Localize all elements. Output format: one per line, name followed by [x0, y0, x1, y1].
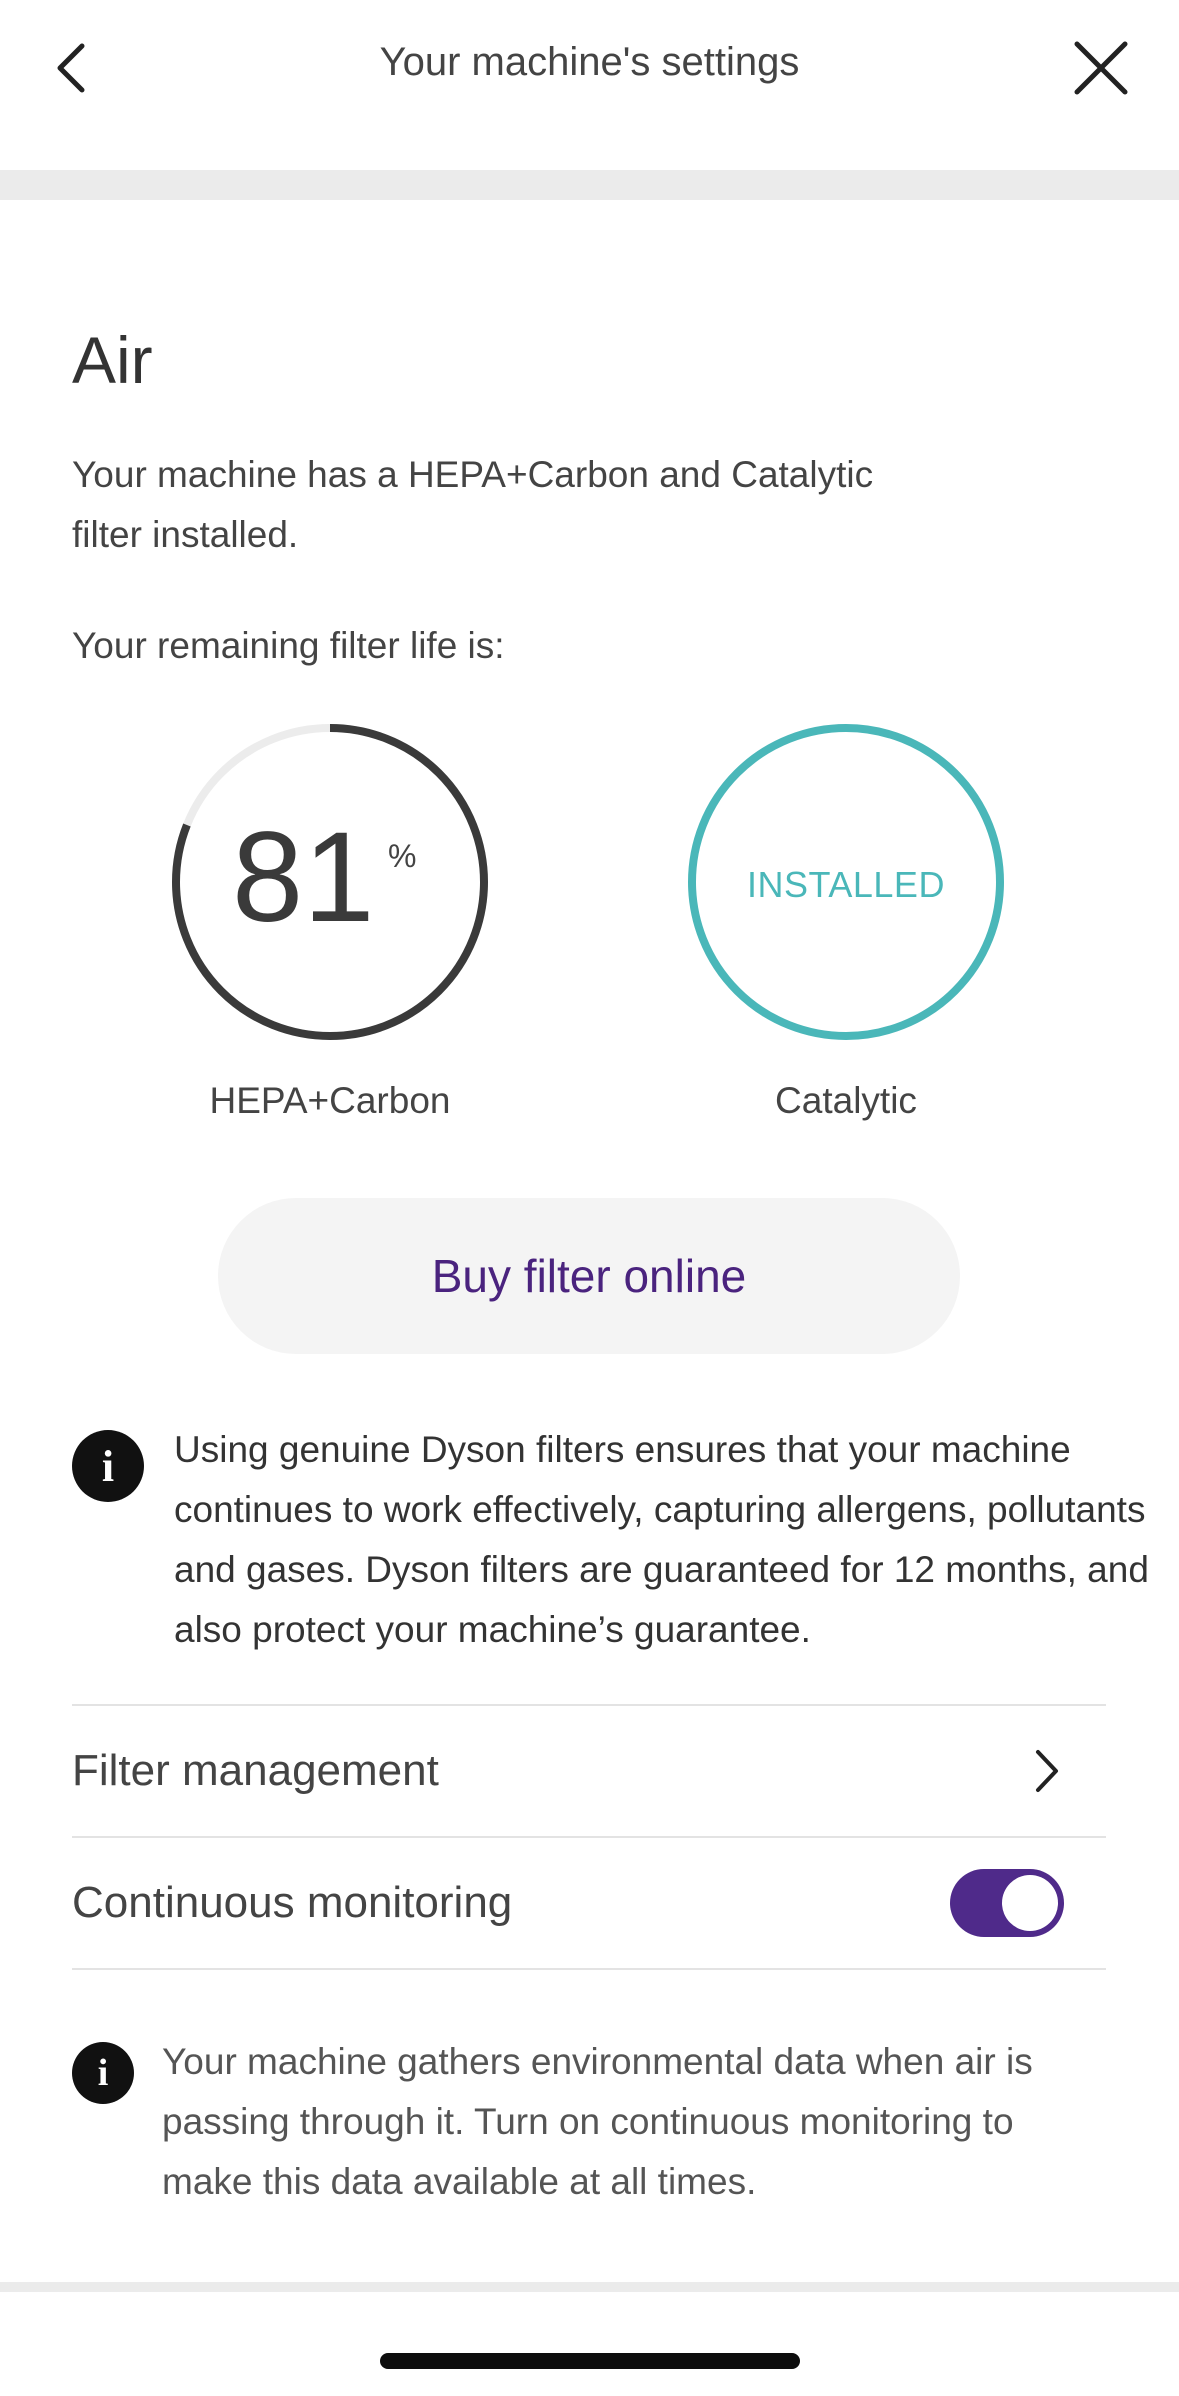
back-button[interactable]: [40, 28, 100, 108]
divider: [72, 1968, 1106, 1970]
home-indicator[interactable]: [380, 2353, 800, 2369]
continuous-monitoring-label: Continuous monitoring: [72, 1878, 513, 1927]
continuous-monitoring-row: Continuous monitoring: [72, 1838, 1106, 1968]
chevron-right-icon: [1036, 1750, 1058, 1792]
section-title: Air: [72, 323, 153, 397]
continuous-monitoring-toggle[interactable]: [950, 1869, 1064, 1937]
catalytic-filter-label: Catalytic: [775, 1080, 917, 1121]
close-icon: [1074, 41, 1128, 95]
catalytic-filter-gauge: INSTALLED: [686, 722, 1006, 1042]
filter-life-label: Your remaining filter life is:: [72, 625, 505, 666]
hepa-filter-label: HEPA+Carbon: [209, 1080, 451, 1121]
info-icon: i: [72, 2042, 134, 2104]
monitoring-info: i Your machine gathers environmental dat…: [72, 2032, 1112, 2232]
buy-filter-button[interactable]: Buy filter online: [218, 1198, 960, 1354]
chevron-left-icon: [57, 43, 85, 93]
filter-management-label: Filter management: [72, 1746, 439, 1795]
genuine-filter-info: i Using genuine Dyson filters ensures th…: [72, 1420, 1149, 1660]
toggle-knob: [1002, 1875, 1058, 1931]
settings-screen: Your machine's settings Air Your machine…: [0, 0, 1179, 2396]
bottom-divider: [0, 2282, 1179, 2292]
monitoring-info-text: Your machine gathers environmental data …: [162, 2041, 1033, 2202]
catalytic-status: INSTALLED: [747, 864, 945, 905]
filter-intro-text: Your machine has a HEPA+Carbon and Catal…: [72, 454, 874, 555]
close-button[interactable]: [1061, 28, 1141, 108]
genuine-filter-info-text: Using genuine Dyson filters ensures that…: [174, 1429, 1149, 1650]
filter-management-row[interactable]: Filter management: [72, 1706, 1106, 1836]
page-title: Your machine's settings: [379, 40, 800, 84]
header: Your machine's settings: [0, 0, 1179, 170]
percent-unit: %: [388, 838, 417, 874]
hepa-filter-percentage: 81: [232, 806, 375, 949]
header-divider: [0, 170, 1179, 200]
hepa-filter-gauge: 81 %: [170, 722, 490, 1042]
info-icon: i: [72, 1430, 144, 1502]
